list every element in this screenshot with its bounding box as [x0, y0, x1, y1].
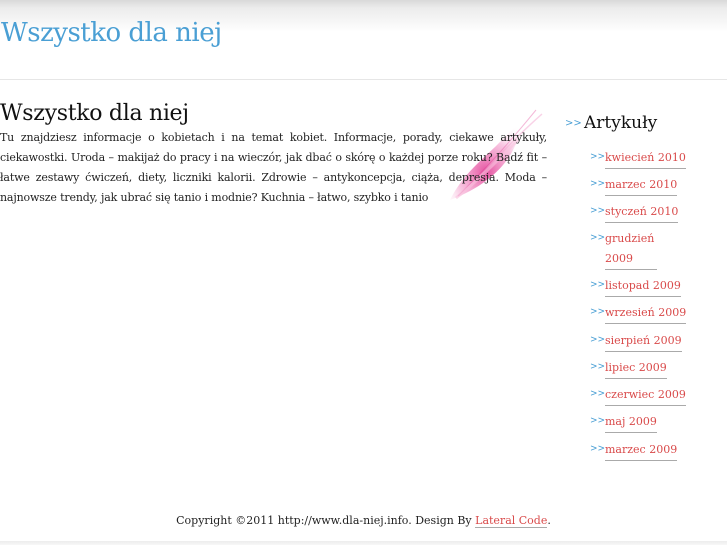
double-chevron-icon: >>: [590, 280, 606, 290]
archive-link[interactable]: grudzień 2009: [605, 229, 657, 270]
sidebar-title: Artykuły: [584, 113, 658, 133]
designer-link[interactable]: Lateral Code: [475, 514, 548, 528]
page-heading: Wszystko dla niej: [0, 101, 189, 126]
archive-item: >> sierpień 2009: [590, 331, 682, 352]
archive-link[interactable]: czerwiec 2009: [605, 385, 686, 406]
header-divider: [0, 79, 727, 80]
archive-item: >> styczeń 2010: [590, 202, 679, 223]
main-content: Wszystko dla niej Tu znajdziesz informac…: [0, 100, 547, 208]
archive-link[interactable]: styczeń 2010: [605, 202, 679, 223]
archive-item: >> lipiec 2009: [590, 358, 667, 379]
archive-item: >> kwiecień 2010: [590, 148, 686, 169]
double-chevron-icon: >>: [590, 362, 606, 372]
archive-item: >> marzec 2009: [590, 440, 678, 461]
double-chevron-icon: >>: [590, 307, 606, 317]
double-chevron-icon: >>: [590, 206, 606, 216]
archive-link[interactable]: listopad 2009: [605, 276, 681, 297]
archive-link[interactable]: kwiecień 2010: [605, 148, 686, 169]
archive-link[interactable]: marzec 2009: [605, 440, 678, 461]
archive-link[interactable]: marzec 2010: [605, 175, 678, 196]
archive-link[interactable]: lipiec 2009: [605, 358, 667, 379]
archive-item: >> marzec 2010: [590, 175, 678, 196]
archive-item: >> grudzień 2009: [590, 229, 657, 270]
double-chevron-icon: >>: [565, 117, 582, 129]
archive-item: >> listopad 2009: [590, 276, 681, 297]
intro-paragraph: Tu znajdziesz informacje o kobietach i n…: [0, 131, 547, 204]
sidebar-heading: >> Artykuły: [565, 113, 727, 133]
double-chevron-icon: >>: [590, 416, 606, 426]
double-chevron-icon: >>: [590, 444, 606, 454]
double-chevron-icon: >>: [590, 335, 606, 345]
sidebar: >> Artykuły >> kwiecień 2010 >> marzec 2…: [565, 113, 727, 461]
archive-link[interactable]: sierpień 2009: [605, 331, 682, 352]
archive-link[interactable]: wrzesień 2009: [605, 303, 687, 324]
copyright-text: Copyright ©2011 http://www.dla-niej.info…: [176, 514, 476, 527]
double-chevron-icon: >>: [590, 233, 606, 243]
site-title[interactable]: Wszystko dla niej: [1, 18, 222, 48]
archive-link[interactable]: maj 2009: [605, 412, 657, 433]
bottom-divider: [0, 541, 727, 545]
footer-period: .: [547, 514, 551, 527]
double-chevron-icon: >>: [590, 179, 606, 189]
archive-item: >> wrzesień 2009: [590, 303, 687, 324]
archive-item: >> czerwiec 2009: [590, 385, 686, 406]
footer: Copyright ©2011 http://www.dla-niej.info…: [0, 514, 727, 528]
double-chevron-icon: >>: [590, 152, 606, 162]
double-chevron-icon: >>: [590, 389, 606, 399]
archive-item: >> maj 2009: [590, 412, 657, 433]
